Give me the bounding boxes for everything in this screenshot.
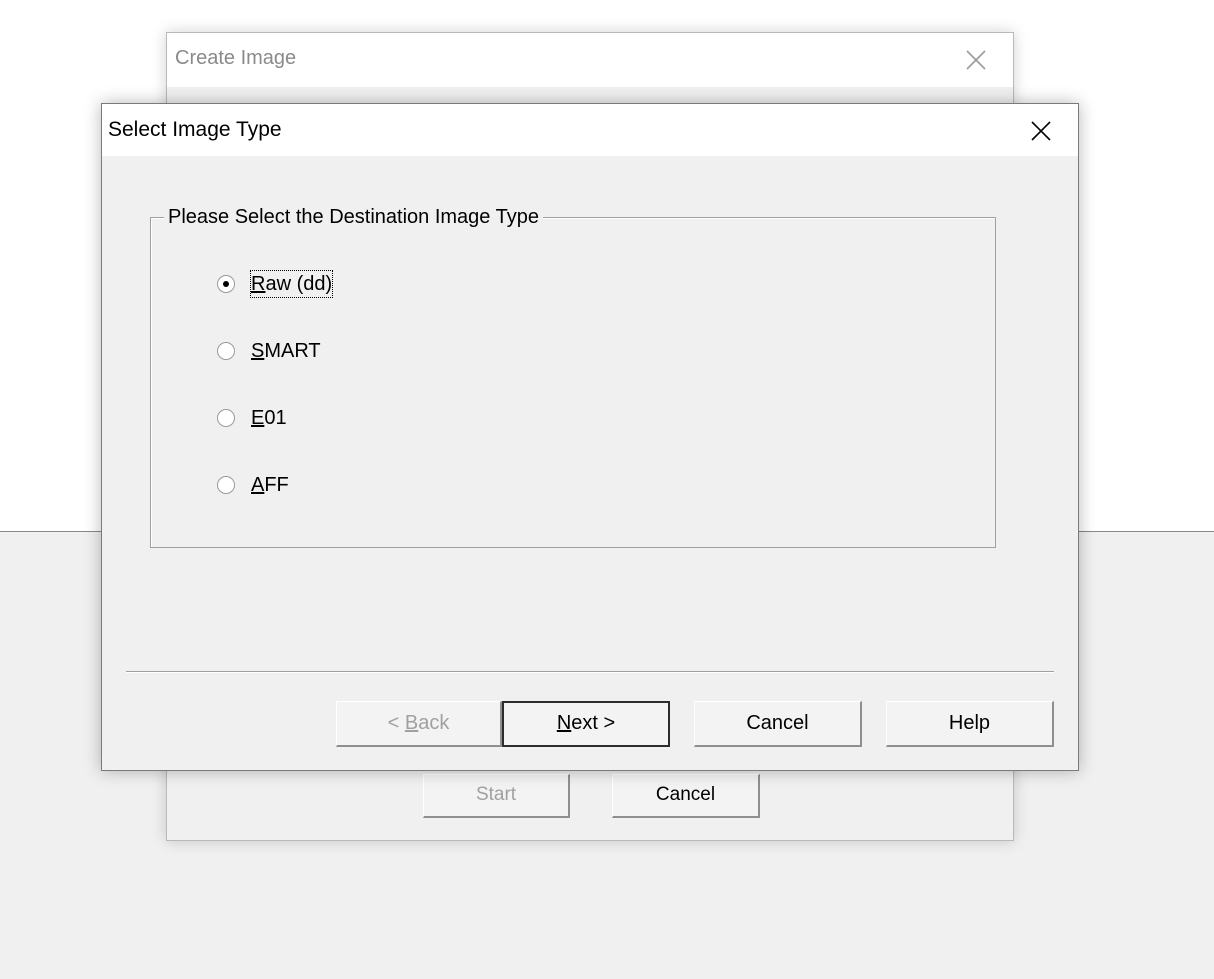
select-image-type-dialog: Select Image Type Please Select the Dest… — [101, 103, 1079, 771]
dialog-title: Select Image Type — [108, 118, 282, 141]
create-image-titlebar: Create Image — [167, 33, 1013, 87]
radio-button-icon[interactable] — [217, 342, 235, 360]
radio-smart-label[interactable]: SMART — [251, 338, 321, 364]
group-box-label: Please Select the Destination Image Type — [164, 206, 543, 229]
radio-aff-label[interactable]: AFF — [251, 472, 289, 498]
create-image-title: Create Image — [175, 47, 297, 69]
next-button[interactable]: Next > — [502, 701, 670, 747]
help-button[interactable]: Help — [886, 701, 1054, 747]
close-icon[interactable] — [961, 45, 991, 75]
create-image-cancel-button[interactable]: Cancel — [612, 774, 760, 818]
radio-e01-label[interactable]: E01 — [251, 405, 287, 431]
close-icon[interactable] — [1027, 117, 1055, 145]
radio-raw-dd-label[interactable]: Raw (dd) — [249, 270, 334, 298]
radio-selected-dot — [223, 281, 229, 287]
back-button[interactable]: < Back — [336, 701, 502, 747]
image-type-group-box — [150, 217, 996, 548]
button-separator — [126, 671, 1054, 673]
start-button[interactable]: Start — [423, 774, 570, 818]
radio-button-icon[interactable] — [217, 409, 235, 427]
select-image-type-titlebar: Select Image Type — [102, 104, 1078, 156]
radio-button-icon[interactable] — [217, 476, 235, 494]
radio-button-icon[interactable] — [217, 275, 235, 293]
cancel-button[interactable]: Cancel — [694, 701, 862, 747]
